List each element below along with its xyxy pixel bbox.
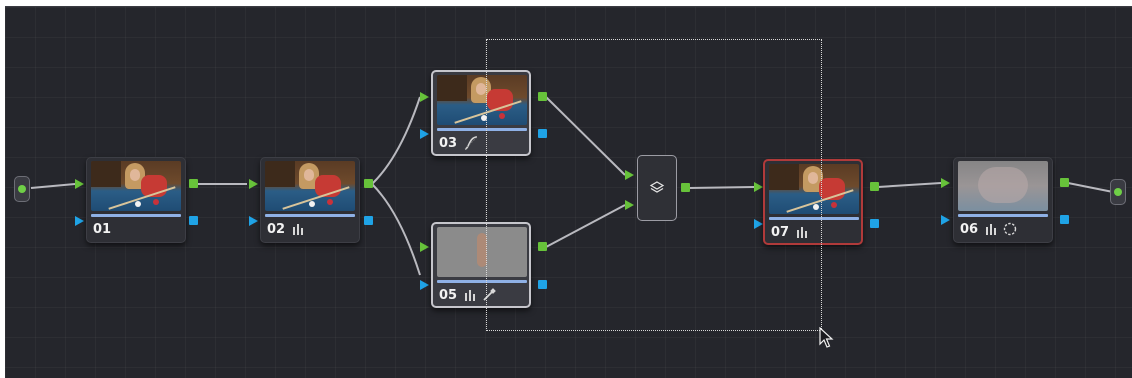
bars-icon	[986, 224, 996, 235]
node-01[interactable]: 01	[86, 157, 186, 243]
node-status-bar	[265, 214, 355, 217]
node-06[interactable]: 06	[953, 157, 1053, 243]
circle-window-icon	[1003, 222, 1017, 236]
wire-02-to-05	[371, 183, 421, 276]
node-thumbnail	[265, 161, 355, 211]
node-02[interactable]: 02	[260, 157, 360, 243]
node-05-rgb-input[interactable]	[420, 242, 429, 252]
curve-icon	[464, 136, 478, 150]
node-01-rgb-input[interactable]	[75, 179, 84, 189]
output[interactable]	[1110, 179, 1126, 205]
node-05-key-input[interactable]	[420, 280, 429, 290]
node-06-rgb-input[interactable]	[941, 178, 950, 188]
node-02-rgb-input[interactable]	[249, 179, 258, 189]
node-graph-canvas[interactable]: 01 02 03 05 07 06	[5, 6, 1132, 378]
node-07-key-output[interactable]	[870, 219, 879, 228]
node-label: 02	[267, 222, 286, 237]
node-03-rgb-input[interactable]	[420, 92, 429, 102]
node-02-key-output[interactable]	[364, 216, 373, 225]
node-06-key-output[interactable]	[1060, 215, 1069, 224]
marquee-selection	[486, 39, 822, 331]
node-01-key-output[interactable]	[189, 216, 198, 225]
output-dot-icon	[1114, 188, 1122, 196]
bars-icon	[293, 224, 303, 235]
node-editor-stage: 01 02 03 05 07 06	[0, 0, 1132, 378]
source-input[interactable]	[14, 176, 30, 202]
node-label: 01	[93, 222, 112, 237]
node-07-rgb-output[interactable]	[870, 182, 879, 191]
node-01-rgb-output[interactable]	[189, 179, 198, 188]
node-status-bar	[958, 214, 1048, 217]
wire-06-to-output	[1067, 182, 1114, 193]
source-dot-icon	[18, 185, 26, 193]
node-02-key-input[interactable]	[249, 216, 258, 226]
wire-07-to-06	[877, 182, 942, 188]
node-06-key-input[interactable]	[941, 215, 950, 225]
node-03-key-input[interactable]	[420, 129, 429, 139]
bars-icon	[465, 290, 475, 301]
node-label: 03	[439, 136, 458, 151]
node-01-key-input[interactable]	[75, 216, 84, 226]
arrow-cursor-icon	[819, 327, 834, 348]
wire-source-to-01	[30, 183, 76, 189]
node-label: 06	[960, 222, 979, 237]
node-status-bar	[91, 214, 181, 217]
node-02-rgb-output[interactable]	[364, 179, 373, 188]
node-06-rgb-output[interactable]	[1060, 178, 1069, 187]
wire-02-to-03	[371, 96, 421, 185]
node-thumbnail	[91, 161, 181, 211]
node-thumbnail	[958, 161, 1048, 211]
node-label: 05	[439, 288, 458, 303]
